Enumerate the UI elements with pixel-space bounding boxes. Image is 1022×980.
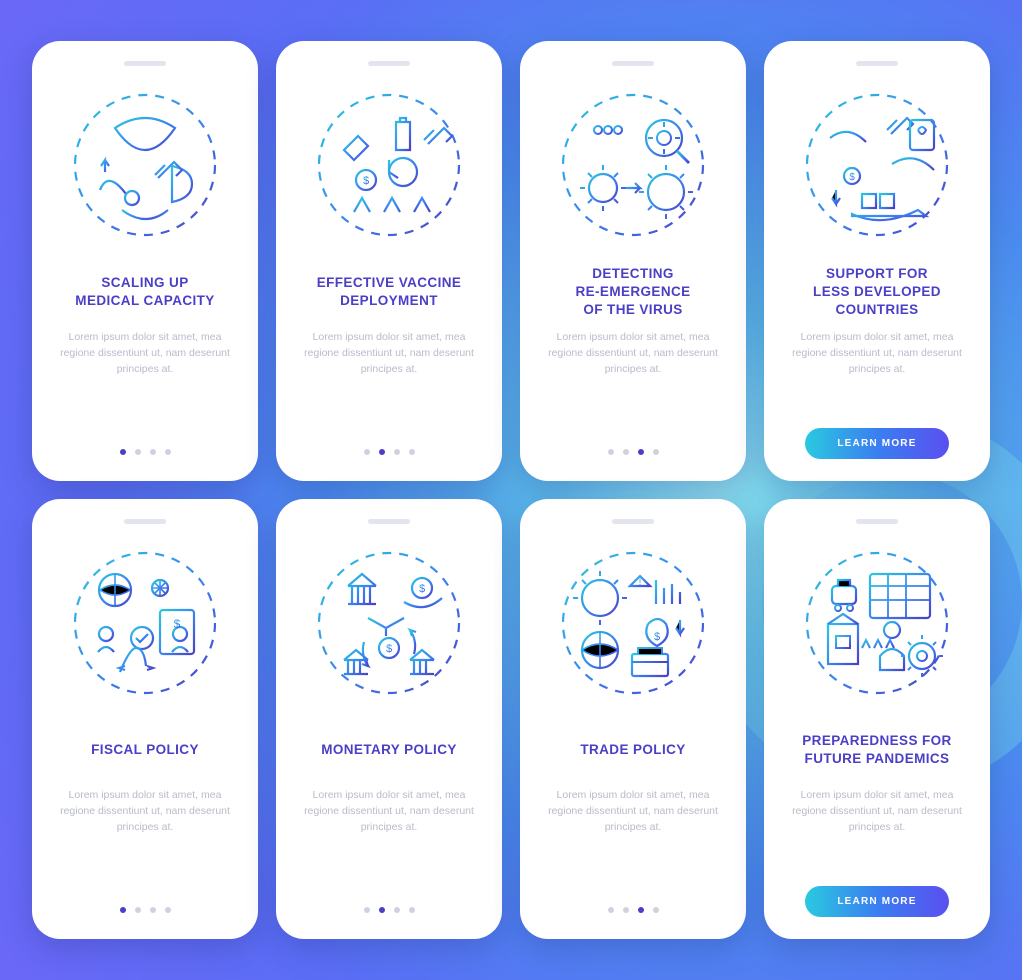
pagination-dot[interactable] bbox=[409, 449, 415, 455]
svg-text:$: $ bbox=[363, 175, 369, 187]
svg-text:$: $ bbox=[654, 631, 660, 643]
card-title: EFFECTIVE VACCINE DEPLOYMENT bbox=[313, 264, 466, 320]
pagination-dot[interactable] bbox=[608, 907, 614, 913]
pagination-dot[interactable] bbox=[623, 449, 629, 455]
detect-icon bbox=[548, 80, 718, 250]
pagination-dot[interactable] bbox=[638, 449, 644, 455]
pagination-dot[interactable] bbox=[608, 449, 614, 455]
card-description: Lorem ipsum dolor sit amet, mea regione … bbox=[782, 330, 972, 428]
support-icon: $ bbox=[792, 80, 962, 250]
card-title: MONETARY POLICY bbox=[317, 722, 461, 778]
svg-text:$: $ bbox=[849, 172, 855, 183]
pagination-dot[interactable] bbox=[653, 907, 659, 913]
card-title: FISCAL POLICY bbox=[87, 722, 203, 778]
pagination-dot[interactable] bbox=[409, 907, 415, 913]
pagination-dot[interactable] bbox=[394, 449, 400, 455]
learn-more-button[interactable]: LEARN MORE bbox=[805, 428, 948, 459]
svg-text:!: ! bbox=[639, 577, 642, 587]
row-2: $ FISCAL POLICY Lorem ipsum dolor sit am… bbox=[32, 499, 990, 939]
pagination-dot[interactable] bbox=[638, 907, 644, 913]
onboarding-card: $ $ MONETARY POLICY Lorem ipsum dolor si… bbox=[276, 499, 502, 939]
onboarding-card: $ FISCAL POLICY Lorem ipsum dolor sit am… bbox=[32, 499, 258, 939]
svg-text:$: $ bbox=[174, 617, 181, 631]
pagination-dot[interactable] bbox=[135, 449, 141, 455]
row-1: SCALING UP MEDICAL CAPACITY Lorem ipsum … bbox=[32, 41, 990, 481]
svg-text:$: $ bbox=[419, 583, 425, 595]
card-description: Lorem ipsum dolor sit amet, mea regione … bbox=[782, 788, 972, 886]
card-description: Lorem ipsum dolor sit amet, mea regione … bbox=[538, 330, 728, 449]
phone-notch bbox=[612, 61, 654, 66]
card-title: SUPPORT FOR LESS DEVELOPED COUNTRIES bbox=[809, 264, 945, 320]
pagination-dot[interactable] bbox=[379, 907, 385, 913]
card-title: PREPAREDNESS FOR FUTURE PANDEMICS bbox=[798, 722, 955, 778]
pagination-dot[interactable] bbox=[150, 907, 156, 913]
onboarding-card: DETECTING RE-EMERGENCE OF THE VIRUS Lore… bbox=[520, 41, 746, 481]
card-title: SCALING UP MEDICAL CAPACITY bbox=[71, 264, 218, 320]
card-title: TRADE POLICY bbox=[576, 722, 689, 778]
phone-notch bbox=[368, 61, 410, 66]
pagination-dots bbox=[364, 907, 415, 917]
onboarding-card: $ SUPPORT FOR LESS DEVELOPED COUNTRIES L… bbox=[764, 41, 990, 481]
pagination-dot[interactable] bbox=[379, 449, 385, 455]
medical-icon bbox=[60, 80, 230, 250]
pagination-dot[interactable] bbox=[165, 907, 171, 913]
card-title: DETECTING RE-EMERGENCE OF THE VIRUS bbox=[571, 264, 694, 320]
pagination-dot[interactable] bbox=[135, 907, 141, 913]
onboarding-card: ! $ TRADE POLICY Lorem ipsum dolor sit a… bbox=[520, 499, 746, 939]
card-description: Lorem ipsum dolor sit amet, mea regione … bbox=[50, 788, 240, 907]
pagination-dot[interactable] bbox=[394, 907, 400, 913]
phone-notch bbox=[856, 61, 898, 66]
onboarding-card: PREPAREDNESS FOR FUTURE PANDEMICS Lorem … bbox=[764, 499, 990, 939]
vaccine-icon: $ bbox=[304, 80, 474, 250]
onboarding-card: $ EFFECTIVE VACCINE DEPLOYMENT Lorem ips… bbox=[276, 41, 502, 481]
card-description: Lorem ipsum dolor sit amet, mea regione … bbox=[538, 788, 728, 907]
card-description: Lorem ipsum dolor sit amet, mea regione … bbox=[294, 788, 484, 907]
prepared-icon bbox=[792, 538, 962, 708]
phone-notch bbox=[368, 519, 410, 524]
pagination-dot[interactable] bbox=[623, 907, 629, 913]
onboarding-card: SCALING UP MEDICAL CAPACITY Lorem ipsum … bbox=[32, 41, 258, 481]
pagination-dot[interactable] bbox=[150, 449, 156, 455]
pagination-dots bbox=[120, 907, 171, 917]
phone-notch bbox=[856, 519, 898, 524]
pagination-dots bbox=[608, 907, 659, 917]
pagination-dot[interactable] bbox=[364, 449, 370, 455]
learn-more-button[interactable]: LEARN MORE bbox=[805, 886, 948, 917]
svg-text:$: $ bbox=[386, 643, 392, 655]
pagination-dot[interactable] bbox=[364, 907, 370, 913]
phone-notch bbox=[124, 519, 166, 524]
pagination-dots bbox=[364, 449, 415, 459]
monetary-icon: $ $ bbox=[304, 538, 474, 708]
phone-notch bbox=[124, 61, 166, 66]
card-description: Lorem ipsum dolor sit amet, mea regione … bbox=[294, 330, 484, 449]
pagination-dots bbox=[120, 449, 171, 459]
pagination-dot[interactable] bbox=[165, 449, 171, 455]
trade-icon: ! $ bbox=[548, 538, 718, 708]
pagination-dot[interactable] bbox=[653, 449, 659, 455]
pagination-dot[interactable] bbox=[120, 449, 126, 455]
fiscal-icon: $ bbox=[60, 538, 230, 708]
phone-notch bbox=[612, 519, 654, 524]
pagination-dot[interactable] bbox=[120, 907, 126, 913]
card-description: Lorem ipsum dolor sit amet, mea regione … bbox=[50, 330, 240, 449]
pagination-dots bbox=[608, 449, 659, 459]
